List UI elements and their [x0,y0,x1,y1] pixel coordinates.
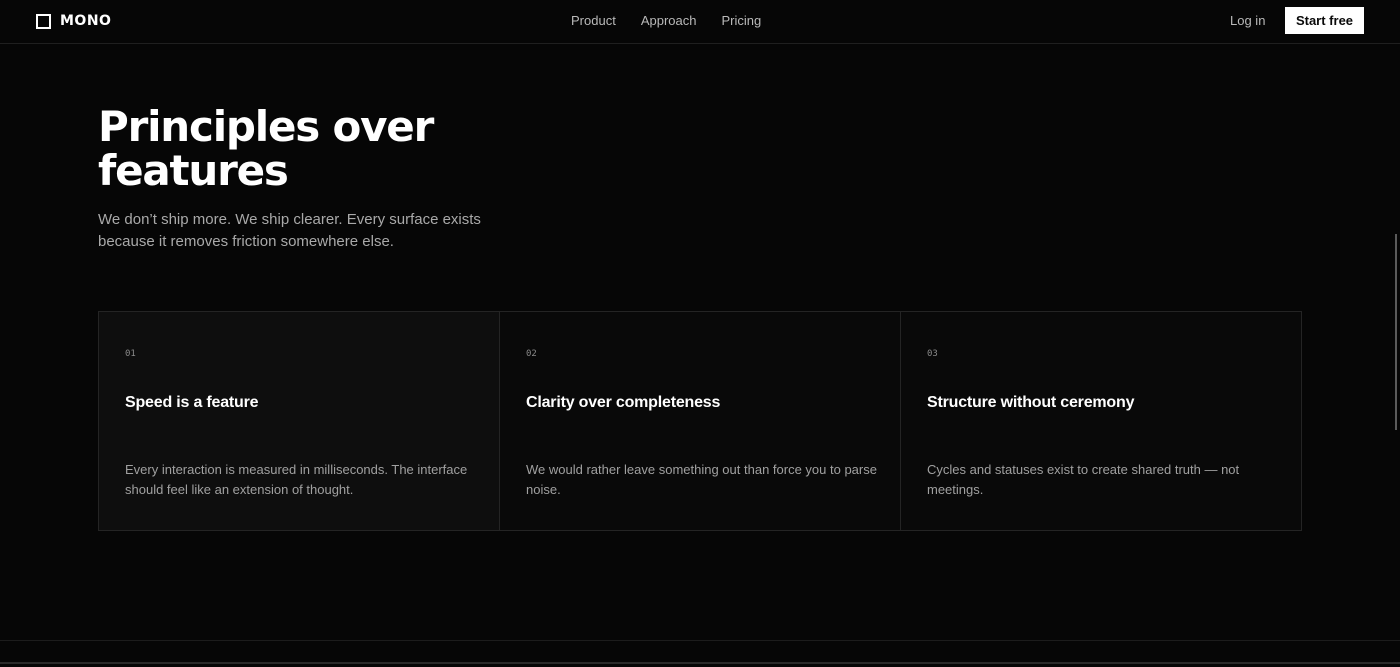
principle-card: 02 Clarity over completeness We would ra… [500,312,901,530]
section-divider [0,662,1400,664]
nav-link-product[interactable]: Product [571,13,616,28]
logo[interactable]: MONO [36,12,111,30]
main-nav: Product Approach Pricing [571,13,761,28]
logo-text: MONO [60,13,112,29]
nav-link-pricing[interactable]: Pricing [721,13,761,28]
page-title-line-1: Principles over [98,102,434,151]
principle-title: Speed is a feature [125,394,259,411]
principle-card: 03 Structure without ceremony Cycles and… [901,312,1301,530]
principles-grid: 01 Speed is a feature Every interaction … [98,311,1302,531]
principle-body: Every interaction is measured in millise… [125,462,468,497]
principle-body: We would rather leave something out than… [526,462,877,497]
principle-card: 01 Speed is a feature Every interaction … [99,312,500,530]
principle-title: Clarity over completeness [526,394,721,411]
page-title: Principles over features [98,105,618,193]
login-link[interactable]: Log in [1230,13,1265,28]
section-divider [0,640,1400,641]
page-subtitle: We don’t ship more. We ship clearer. Eve… [98,211,481,250]
principle-body: Cycles and statuses exist to create shar… [927,462,1240,497]
principle-title: Structure without ceremony [927,394,1135,411]
nav-link-approach[interactable]: Approach [641,13,697,28]
start-free-button[interactable]: Start free [1285,7,1364,34]
principle-number: 02 [526,349,537,359]
page: MONO Product Approach Pricing Log in Sta… [0,0,1400,667]
page-title-line-2: features [98,146,289,195]
top-nav-bar: MONO Product Approach Pricing Log in Sta… [0,0,1400,44]
scrollbar-thumb[interactable] [1395,234,1397,430]
principle-number: 01 [125,349,136,359]
principle-number: 03 [927,349,938,359]
logo-square-icon [36,13,51,29]
